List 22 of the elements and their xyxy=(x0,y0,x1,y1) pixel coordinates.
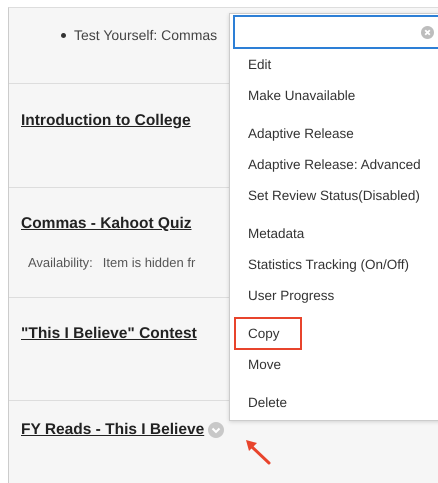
menu-item[interactable]: Copy xyxy=(234,317,302,350)
availability-value: Item is hidden fr xyxy=(102,255,196,270)
menu-item[interactable]: Move xyxy=(234,348,304,381)
menu-item[interactable]: Make Unavailable xyxy=(234,79,378,112)
menu-item[interactable]: User Progress xyxy=(234,279,356,312)
menu-item[interactable]: Adaptive Release: Advanced xyxy=(234,148,438,181)
chevron-down-icon[interactable] xyxy=(208,422,224,438)
menu-item[interactable]: Delete xyxy=(234,386,310,419)
menu-item[interactable]: Set Review Status(Disabled) xyxy=(234,179,438,212)
clear-icon[interactable] xyxy=(421,26,434,38)
list-item-link[interactable]: Test Yourself: Commas xyxy=(74,27,218,43)
menu-item[interactable]: Metadata xyxy=(234,217,326,250)
search-field[interactable] xyxy=(233,15,438,49)
item-title-link[interactable]: Introduction to College xyxy=(21,112,191,130)
item-title-link[interactable]: "This I Believe" Contest xyxy=(21,325,197,343)
menu-item[interactable]: Edit xyxy=(234,48,294,81)
item-title-link[interactable]: Commas - Kahoot Quiz xyxy=(21,215,192,233)
bullet-icon xyxy=(61,32,66,38)
item-title-link[interactable]: FY Reads - This I Believe xyxy=(21,421,204,439)
menu-item[interactable]: Adaptive Release xyxy=(234,117,376,150)
menu-item[interactable]: Statistics Tracking (On/Off) xyxy=(234,248,432,281)
availability-label: Availability: xyxy=(28,255,93,270)
